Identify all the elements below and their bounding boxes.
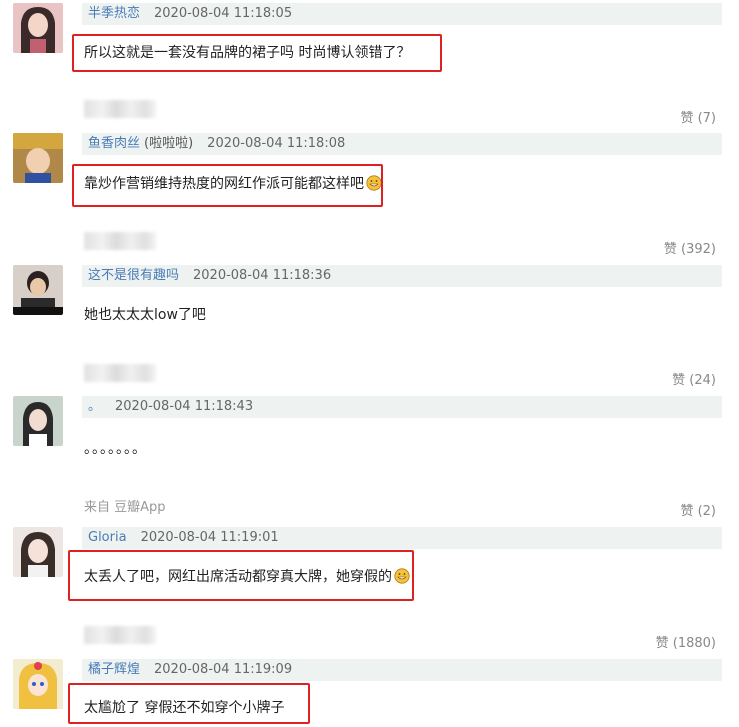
timestamp: 2020-08-04 11:18:05 (154, 6, 293, 21)
user-tag: (啦啦啦) (144, 136, 194, 151)
avatar[interactable] (13, 3, 63, 53)
comment-meta: 半季热恋 2020-08-04 11:18:05 (82, 3, 722, 25)
comment-meta: 橘子辉煌 2020-08-04 11:19:09 (82, 659, 722, 681)
blurred-username (84, 232, 156, 250)
avatar[interactable] (13, 265, 63, 315)
timestamp: 2020-08-04 11:18:36 (193, 268, 332, 283)
source-label: 来自 豆瓣App (84, 500, 166, 515)
comment-meta: 。 2020-08-04 11:18:43 (82, 396, 722, 418)
avatar[interactable] (13, 133, 63, 183)
avatar[interactable] (13, 396, 63, 446)
highlight-box (72, 34, 442, 72)
like-button[interactable]: 赞 (24) (672, 369, 716, 388)
username-link[interactable]: 鱼香肉丝 (88, 136, 140, 151)
username-link[interactable]: 。 (88, 399, 101, 414)
username-link[interactable]: 半季热恋 (88, 6, 140, 21)
username-link[interactable]: Gloria (88, 530, 127, 545)
timestamp: 2020-08-04 11:18:08 (207, 136, 346, 151)
like-button[interactable]: 赞 (2) (680, 500, 716, 519)
avatar[interactable] (13, 527, 63, 577)
comment-text: 她也太太太low了吧 (84, 307, 206, 323)
comment-meta: 这不是很有趣吗 2020-08-04 11:18:36 (82, 265, 722, 287)
blurred-username (84, 626, 156, 644)
highlight-box (68, 550, 414, 601)
blurred-username (84, 364, 156, 382)
timestamp: 2020-08-04 11:18:43 (115, 399, 254, 414)
blurred-username (84, 100, 156, 118)
avatar[interactable] (13, 659, 63, 709)
like-button[interactable]: 赞 (7) (680, 107, 716, 126)
like-button[interactable]: 赞 (392) (664, 238, 716, 257)
like-button[interactable]: 赞 (1880) (656, 632, 716, 651)
timestamp: 2020-08-04 11:19:09 (154, 662, 293, 677)
comment-meta: Gloria 2020-08-04 11:19:01 (82, 527, 722, 549)
username-link[interactable]: 橘子辉煌 (88, 662, 140, 677)
highlight-box (72, 164, 383, 207)
timestamp: 2020-08-04 11:19:01 (140, 530, 279, 545)
comment-text: 。。。。。。。 (84, 441, 147, 457)
highlight-box (68, 683, 310, 724)
comment-meta: 鱼香肉丝 (啦啦啦) 2020-08-04 11:18:08 (82, 133, 722, 155)
username-link[interactable]: 这不是很有趣吗 (88, 268, 179, 283)
